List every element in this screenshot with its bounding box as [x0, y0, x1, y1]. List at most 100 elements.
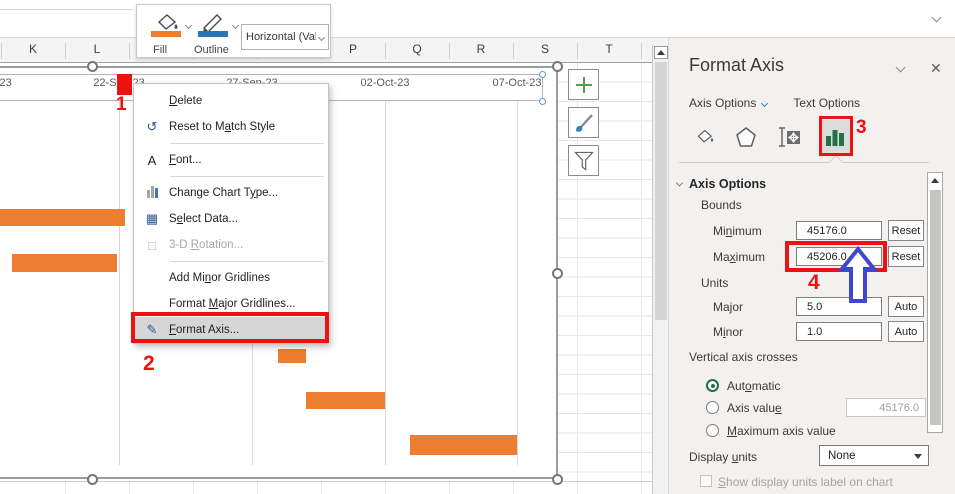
axis-value-label[interactable]: Axis value	[727, 401, 782, 415]
menu-item-label: Reset to Match Style	[169, 121, 275, 133]
gantt-bar[interactable]	[0, 209, 125, 226]
scrollbar-thumb[interactable]	[655, 62, 667, 320]
maximum-axis-value-label[interactable]: Maximum axis value	[727, 424, 836, 438]
annotation-red-box-2	[131, 312, 329, 343]
axis-tick-label[interactable]: 02-Oct-23	[345, 77, 425, 89]
column-header-T[interactable]: T	[589, 42, 629, 56]
maximum-axis-value-radio[interactable]	[706, 424, 719, 437]
column-header-P[interactable]: P	[333, 42, 373, 56]
context-menu: Delete ↺Reset to Match Style A Font... Chang…	[133, 83, 329, 344]
scroll-up-button[interactable]	[654, 46, 668, 59]
fill-color-swatch[interactable]	[151, 31, 181, 37]
chart-element-selector[interactable]: Horizontal (Val	[241, 24, 329, 50]
menu-item-reset-to-match-style[interactable]: ↺Reset to Match Style	[134, 114, 328, 140]
display-units-label: Display units	[689, 450, 757, 464]
menu-item-add-minor-gridlines[interactable]: Add Minor Gridlines	[134, 265, 328, 291]
menu-item-label: Font...	[169, 154, 202, 166]
menu-item-font[interactable]: A Font...	[134, 147, 328, 173]
minor-auto-button[interactable]: Auto	[888, 321, 924, 342]
annotation-number-2: 2	[143, 352, 155, 376]
display-units-dropdown[interactable]: None	[819, 445, 929, 466]
chart-selection-handle[interactable]	[552, 61, 563, 72]
menu-item-3-d-rotation: □ 3-D Rotation...	[134, 232, 328, 258]
automatic-radio[interactable]	[706, 379, 719, 392]
chart-styles-button[interactable]	[568, 107, 599, 138]
minimum-label: Minimum	[713, 224, 762, 238]
units-label: Units	[701, 276, 728, 290]
maximum-label: Maximum	[713, 250, 765, 264]
axis-tick-label[interactable]: 07-Oct-23	[477, 77, 557, 89]
gantt-bar[interactable]	[12, 254, 117, 272]
effects-tab-icon[interactable]	[731, 120, 761, 154]
annotation-red-box-3	[819, 116, 853, 156]
column-header-K[interactable]: K	[13, 42, 53, 56]
column-header-Q[interactable]: Q	[397, 42, 437, 56]
rotation-icon: □	[141, 238, 163, 253]
axis-options-chevron-icon	[761, 99, 768, 106]
pane-scroll-up-button[interactable]	[928, 174, 942, 187]
menu-item-label: Delete	[169, 95, 202, 107]
combo-chevron-icon	[318, 33, 325, 40]
gantt-bar[interactable]	[306, 392, 385, 409]
automatic-label[interactable]: Automatic	[727, 379, 780, 393]
maximum-reset-button[interactable]: Reset	[888, 246, 924, 267]
minimum-input[interactable]: 45176.0	[796, 221, 882, 240]
minor-input[interactable]: 1.0	[796, 322, 882, 341]
column-header-R[interactable]: R	[461, 42, 501, 56]
section-axis-options[interactable]: Axis Options	[677, 177, 766, 191]
pane-scrollbar-thumb[interactable]	[930, 190, 941, 425]
major-auto-button[interactable]: Auto	[888, 296, 924, 317]
mini-toolbar: Fill Outline Horizontal (Val	[136, 4, 331, 58]
column-headers[interactable]: KLMNOPQRST	[0, 38, 668, 63]
column-header-S[interactable]: S	[525, 42, 565, 56]
pane-options-chevron-icon[interactable]	[896, 63, 906, 73]
font-icon: A	[141, 153, 163, 168]
menu-item-label: Select Data...	[169, 213, 238, 225]
gantt-bar[interactable]	[410, 435, 517, 455]
axis-tick-label[interactable]: 17-Sep-23	[0, 77, 26, 89]
menu-item-delete[interactable]: Delete	[134, 88, 328, 114]
menu-item-change-chart-type[interactable]: Change Chart Type...	[134, 180, 328, 206]
menu-separator	[170, 143, 324, 144]
ribbon-bottom-edge	[0, 9, 133, 10]
axis-value-radio[interactable]	[706, 401, 719, 414]
fill-line-tab-icon[interactable]	[689, 120, 719, 154]
gantt-bar[interactable]	[278, 349, 306, 363]
tab-axis-options[interactable]: Axis Options	[689, 96, 767, 110]
worksheet-vertical-scrollbar[interactable]	[652, 45, 668, 494]
chart-selection-handle[interactable]	[87, 61, 98, 72]
menu-item-label: Format Major Gridlines...	[169, 298, 296, 310]
show-display-units-checkbox[interactable]	[700, 475, 712, 487]
axis-value-input: 45176.0	[846, 398, 926, 417]
tab-text-options[interactable]: Text Options	[793, 96, 860, 110]
major-gridline	[119, 101, 120, 465]
chart-selection-handle[interactable]	[87, 474, 98, 485]
formula-bar-collapse-chevron-icon[interactable]	[932, 13, 942, 23]
axis-selection-handle[interactable]	[539, 98, 546, 105]
menu-item-label: 3-D Rotation...	[169, 239, 243, 251]
fill-bucket-icon[interactable]	[151, 13, 181, 31]
size-properties-tab-icon[interactable]	[775, 120, 805, 154]
paintbrush-icon	[573, 112, 595, 134]
chart-elements-button[interactable]	[568, 69, 599, 100]
chart-filters-button[interactable]	[568, 145, 599, 176]
chart-selection-handle[interactable]	[552, 268, 563, 279]
show-display-units-label: Show display units label on chart	[718, 475, 893, 489]
worksheet[interactable]: 17-Sep-2322-Sep-2327-Sep-2302-Oct-2307-O…	[0, 63, 668, 494]
chart-selection-handle[interactable]	[552, 474, 563, 485]
vertical-axis-crosses-label: Vertical axis crosses	[689, 350, 798, 364]
outline-dropdown-chevron-icon[interactable]	[232, 22, 239, 29]
fill-dropdown-chevron-icon[interactable]	[185, 22, 192, 29]
column-header-L[interactable]: L	[77, 42, 117, 56]
outline-label[interactable]: Outline	[194, 44, 229, 56]
pane-title: Format Axis	[689, 55, 784, 76]
pane-close-icon[interactable]: ✕	[930, 60, 942, 77]
funnel-icon	[572, 149, 596, 173]
pane-scrollbar[interactable]	[927, 172, 943, 433]
minimum-reset-button[interactable]: Reset	[888, 220, 924, 241]
menu-item-select-data[interactable]: ▦Select Data...	[134, 206, 328, 232]
fill-label[interactable]: Fill	[153, 44, 167, 56]
outline-color-swatch[interactable]	[198, 31, 228, 37]
outline-pencil-icon[interactable]	[198, 12, 228, 31]
plus-icon	[574, 75, 594, 95]
